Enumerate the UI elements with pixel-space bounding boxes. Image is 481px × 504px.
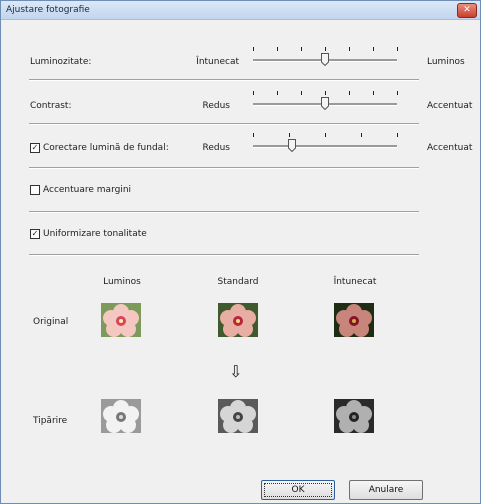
contrast-label: Contrast:	[30, 101, 72, 111]
title-bar[interactable]: Ajustare fotografie ✕	[1, 1, 480, 20]
slider-tick	[277, 47, 278, 51]
ok-button-label: OK	[264, 483, 332, 497]
backlight-min-label: Redus	[202, 143, 231, 153]
window-title: Ajustare fotografie	[6, 5, 90, 15]
slider-tick	[349, 91, 350, 95]
edge-enhance-label: Accentuare margini	[43, 185, 132, 195]
arrow-down-icon: ⇩	[229, 362, 243, 381]
separator	[29, 79, 419, 81]
col-standard: Standard	[217, 277, 259, 287]
cancel-button[interactable]: Anulare	[349, 480, 423, 500]
slider-tick	[397, 47, 398, 51]
print-bright-thumb[interactable]	[101, 399, 141, 433]
slider-tick	[253, 47, 254, 51]
separator	[29, 211, 419, 213]
contrast-max-label: Accentuat	[427, 101, 473, 111]
edge-enhance-checkbox[interactable]	[30, 185, 40, 195]
slider-track[interactable]	[253, 145, 397, 148]
backlight-max-label: Accentuat	[427, 143, 473, 153]
print-standard-thumb[interactable]	[218, 399, 258, 433]
separator	[29, 123, 419, 125]
brightness-label: Luminozitate:	[30, 57, 92, 67]
close-button[interactable]: ✕	[457, 3, 477, 18]
row-print: Tipărire	[33, 416, 68, 426]
slider-tick	[325, 133, 326, 137]
original-bright-thumb[interactable]	[101, 303, 141, 337]
slider-tick	[301, 91, 302, 95]
col-dark: Întunecat	[333, 277, 377, 287]
slider-tick	[253, 91, 254, 95]
brightness-slider[interactable]	[250, 44, 400, 74]
separator	[29, 167, 419, 169]
slider-tick	[361, 133, 362, 137]
tone-smooth-label-text: Uniformizare tonalitate	[43, 229, 147, 239]
contrast-slider[interactable]	[250, 88, 400, 118]
slider-tick	[325, 47, 326, 51]
separator	[29, 254, 419, 256]
tone-smooth-checkbox[interactable]: ✓	[30, 229, 40, 239]
print-dark-thumb[interactable]	[334, 399, 374, 433]
slider-tick	[277, 91, 278, 95]
slider-tick	[349, 47, 350, 51]
slider-thumb[interactable]	[321, 97, 329, 110]
slider-tick	[253, 133, 254, 137]
original-standard-thumb[interactable]	[218, 303, 258, 337]
backlight-checkbox[interactable]: ✓	[30, 143, 40, 153]
slider-tick	[397, 133, 398, 137]
slider-tick	[325, 91, 326, 95]
slider-tick	[373, 91, 374, 95]
row-original: Original	[33, 317, 69, 327]
contrast-min-label: Redus	[202, 101, 231, 111]
slider-thumb[interactable]	[321, 53, 329, 66]
slider-tick	[289, 133, 290, 137]
ok-button[interactable]: OK	[261, 480, 335, 500]
original-dark-thumb[interactable]	[334, 303, 374, 337]
brightness-min-label: Întunecat	[196, 57, 239, 67]
slider-thumb[interactable]	[288, 139, 296, 152]
slider-tick	[373, 47, 374, 51]
brightness-max-label: Luminos	[427, 57, 465, 67]
slider-tick	[301, 47, 302, 51]
col-bright: Luminos	[103, 277, 141, 287]
slider-tick	[397, 91, 398, 95]
backlight-slider[interactable]	[250, 130, 400, 160]
